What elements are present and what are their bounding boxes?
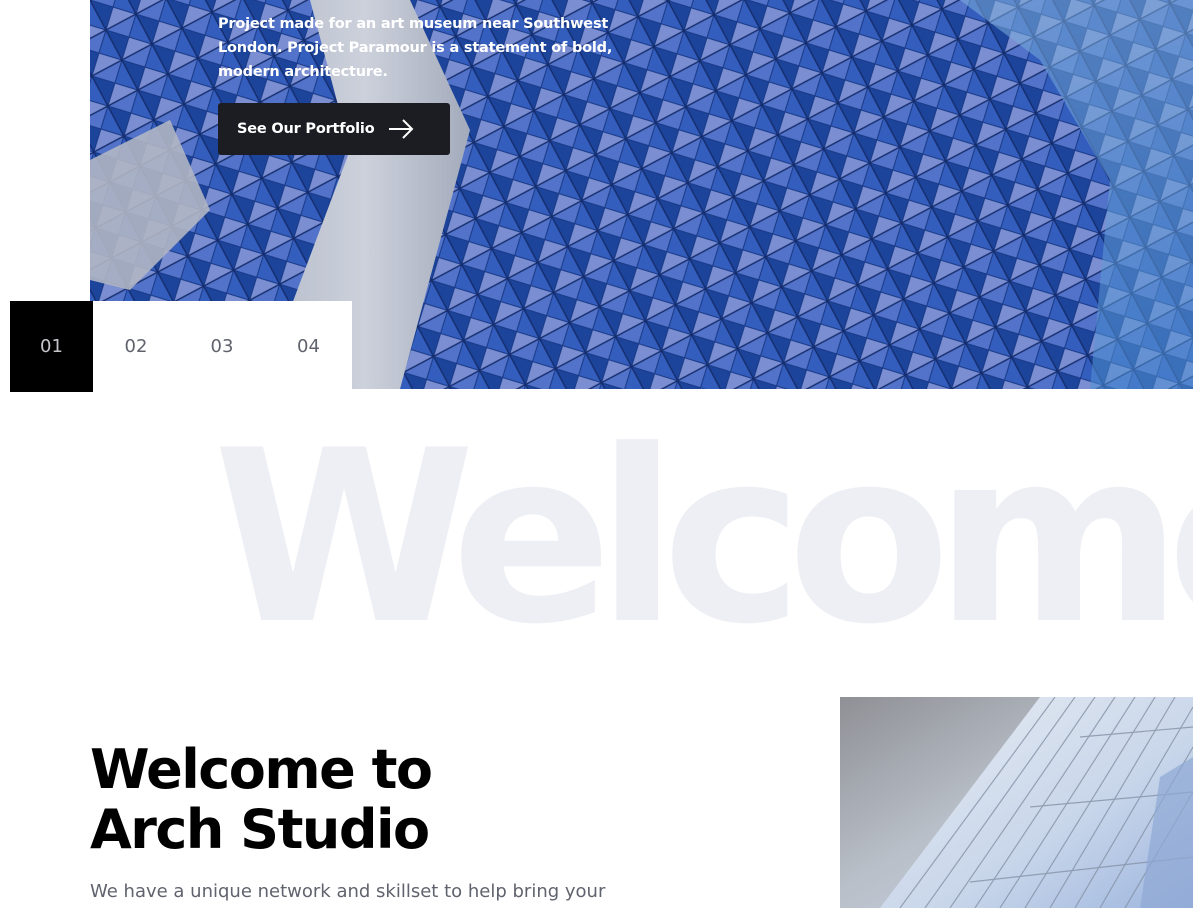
intro-building-image — [840, 697, 1193, 908]
pager-item-03[interactable]: 03 — [179, 301, 265, 392]
pager-item-02[interactable]: 02 — [93, 301, 179, 392]
intro-heading-line2: Arch Studio — [90, 798, 430, 861]
slide-pager: 01 02 03 04 — [10, 301, 352, 392]
pager-item-01[interactable]: 01 — [10, 301, 93, 392]
intro-paragraph: We have a unique network and skillset to… — [90, 881, 606, 902]
hero-description: Project made for an art museum near Sout… — [218, 16, 613, 80]
page: Project made for an art museum near Sout… — [0, 0, 1193, 908]
arrow-right-icon — [388, 119, 414, 139]
welcome-watermark: Welcome — [213, 400, 1193, 677]
see-portfolio-label: See Our Portfolio — [237, 121, 375, 137]
intro-heading-line1: Welcome to — [90, 738, 433, 801]
intro-heading: Welcome to Arch Studio — [90, 740, 690, 860]
see-portfolio-button[interactable]: See Our Portfolio — [218, 103, 450, 155]
pager-item-04[interactable]: 04 — [265, 301, 352, 392]
